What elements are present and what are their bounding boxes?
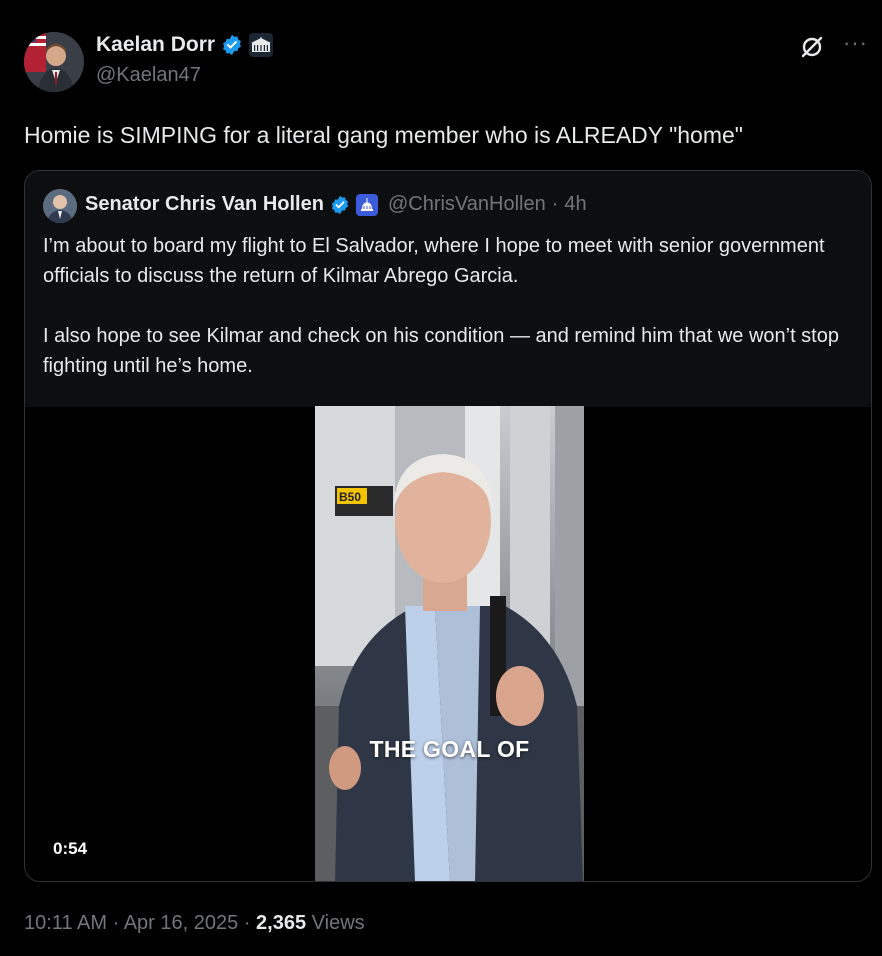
author-avatar[interactable] [24, 32, 84, 92]
grok-icon[interactable] [799, 34, 825, 60]
views-label: Views [311, 912, 365, 934]
author-name-row: Kaelan Dorr [96, 33, 274, 57]
quoted-paragraph-2: I also hope to see Kilmar and check on h… [43, 325, 839, 377]
quoted-tweet-card[interactable]: Senator Chris Van Hollen @ChrisVanHollen… [24, 170, 872, 882]
tweet-actions-top: ··· [799, 32, 868, 60]
quoted-author-name[interactable]: Senator Chris Van Hollen [85, 193, 324, 216]
more-icon[interactable]: ··· [843, 32, 868, 54]
quoted-author-row: Senator Chris Van Hollen @ChrisVanHollen… [85, 193, 587, 216]
quoted-author-avatar [43, 189, 77, 223]
quoted-paragraph-1: I’m about to board my flight to El Salva… [43, 235, 825, 287]
author-handle[interactable]: @Kaelan47 [96, 64, 201, 87]
video-player[interactable]: B50 THE GOAL OF [315, 406, 584, 881]
tweet-text: Homie is SIMPING for a literal gang memb… [24, 122, 743, 148]
video-duration: 0:54 [53, 839, 88, 858]
author-name[interactable]: Kaelan Dorr [96, 33, 215, 57]
quoted-tweet-text: I’m about to board my flight to El Salva… [43, 231, 853, 411]
tweet-date[interactable]: Apr 16, 2025 [124, 912, 239, 934]
quoted-author-handle[interactable]: @ChrisVanHollen [388, 193, 546, 216]
views-count: 2,365 [256, 912, 307, 934]
tweet-timestamp-line: 10:11 AM · Apr 16, 2025 · 2,365 Views [24, 912, 365, 935]
capitol-icon [355, 193, 378, 216]
footer-separator: · [243, 912, 251, 934]
verified-badge-icon [223, 34, 241, 56]
gate-sign-text: B50 [339, 490, 361, 504]
quoted-tweet-age[interactable]: 4h [564, 193, 586, 216]
quoted-tweet-body: Senator Chris Van Hollen @ChrisVanHollen… [25, 171, 871, 407]
video-caption: THE GOAL OF [369, 736, 530, 762]
white-house-icon [249, 33, 274, 57]
meta-separator: · [551, 193, 559, 215]
footer-separator: · [112, 912, 120, 934]
video-thumbnail: B50 [315, 406, 584, 881]
verified-badge-icon [331, 195, 349, 214]
tweet-time[interactable]: 10:11 AM [24, 912, 107, 934]
